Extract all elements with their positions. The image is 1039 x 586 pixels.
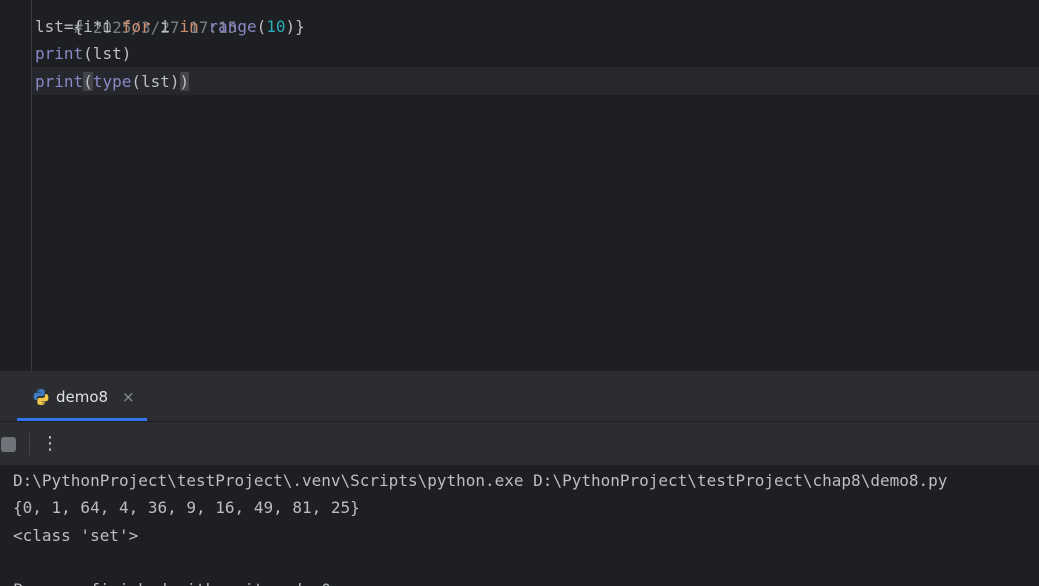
matched-brace: ) <box>179 72 190 91</box>
run-panel-toolbar: ⋮ <box>0 422 1039 465</box>
keyword-token: in <box>179 17 199 36</box>
more-options-icon[interactable]: ⋮ <box>41 432 59 456</box>
code-token: lst={i*i <box>35 17 122 36</box>
code-token: i <box>150 17 180 36</box>
code-line-2[interactable]: lst={i*i for i in range(10)} <box>35 13 305 40</box>
console-line: {0, 1, 64, 4, 36, 9, 16, 49, 81, 25} <box>13 498 360 517</box>
stop-icon[interactable] <box>1 437 16 452</box>
code-token: (lst) <box>83 44 132 63</box>
python-icon <box>33 389 49 405</box>
console-output[interactable]: D:\PythonProject\testProject\.venv\Scrip… <box>0 465 1039 586</box>
console-line: D:\PythonProject\testProject\.venv\Scrip… <box>13 471 948 490</box>
console-line: Process finished with exit code 0 <box>13 576 331 586</box>
active-tab-indicator <box>17 418 147 421</box>
keyword-token: for <box>121 17 151 36</box>
console-line: <class 'set'> <box>13 526 139 545</box>
code-line-4[interactable]: print(type(lst)) <box>35 68 190 95</box>
code-token: ( <box>256 17 267 36</box>
builtin-token: print <box>35 44 84 63</box>
code-line-1[interactable]: # 2025/3/27 17:15 <box>35 0 238 37</box>
builtin-token: type <box>92 72 132 91</box>
toolbar-divider <box>29 433 30 455</box>
matched-brace: ( <box>83 72 93 91</box>
code-token: (lst) <box>131 72 180 91</box>
builtin-token: range <box>208 17 257 36</box>
code-line-3[interactable]: print(lst) <box>35 40 131 67</box>
gutter-divider <box>31 0 32 371</box>
run-tab-demo8[interactable]: demo8 × <box>17 371 147 421</box>
run-tab-label: demo8 <box>56 388 109 406</box>
close-icon[interactable]: × <box>122 386 135 408</box>
run-panel-header: demo8 × <box>0 371 1039 422</box>
builtin-token: print <box>35 72 84 91</box>
code-editor[interactable]: # 2025/3/27 17:15 lst={i*i for i in rang… <box>0 0 1039 371</box>
number-token: 10 <box>266 17 286 36</box>
code-token: )} <box>285 17 305 36</box>
